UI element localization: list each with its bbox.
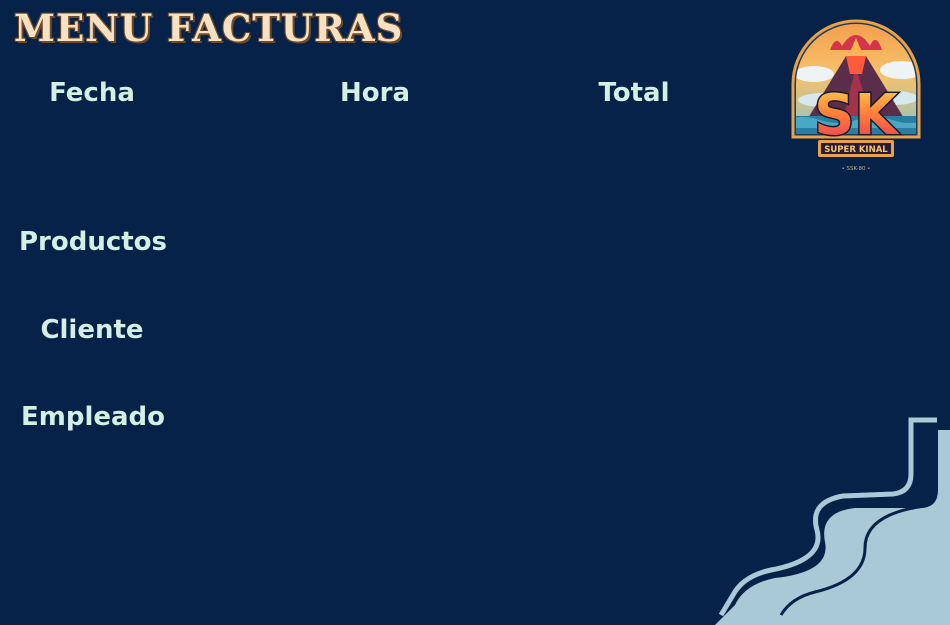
invoice-menu-screen: MENU FACTURAS Fecha Hora Total Productos…	[0, 0, 950, 625]
svg-text:SK: SK	[814, 83, 900, 148]
column-header-fecha: Fecha	[49, 78, 135, 108]
column-header-total: Total	[598, 78, 670, 108]
corner-decoration	[715, 417, 950, 625]
empleado-label: Empleado	[20, 402, 166, 432]
logo-name: SUPER KINAL	[824, 145, 888, 155]
logo-subtext: • SSK-80 •	[842, 166, 871, 172]
column-header-hora: Hora	[340, 78, 410, 108]
page-title: MENU FACTURAS	[14, 6, 404, 50]
productos-label: Productos	[18, 227, 168, 257]
super-kinal-logo: SK SUPER KINAL • SSK-80 •	[791, 19, 921, 172]
cliente-label: Cliente	[40, 315, 144, 345]
